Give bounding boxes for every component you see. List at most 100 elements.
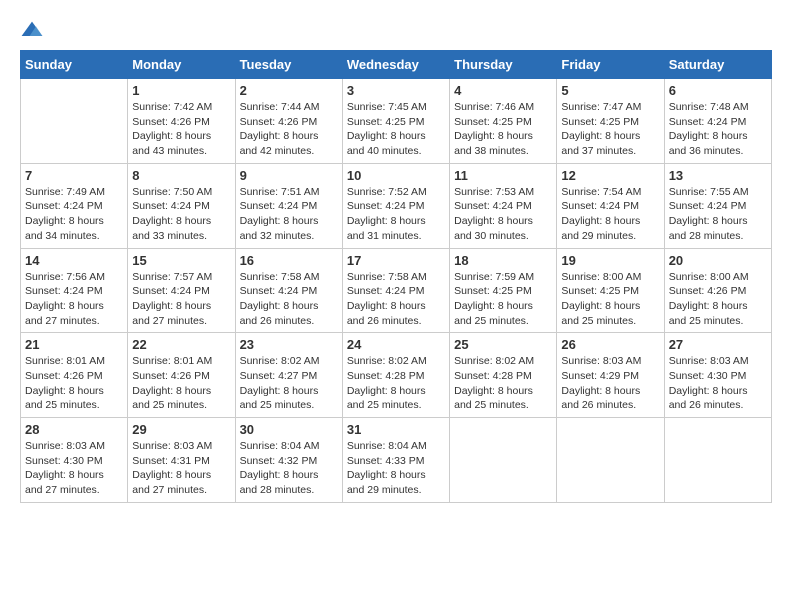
weekday-header-thursday: Thursday <box>450 51 557 79</box>
day-number: 6 <box>669 83 767 98</box>
calendar-cell: 10 Sunrise: 7:52 AM Sunset: 4:24 PM Dayli… <box>342 163 449 248</box>
calendar-cell: 12Sunrise: 7:54 AM Sunset: 4:24 PM Dayli… <box>557 163 664 248</box>
day-info: Sunrise: 7:52 AM Sunset: 4:24 PM Dayligh… <box>347 185 445 244</box>
calendar-cell: 29 Sunrise: 8:03 AM Sunset: 4:31 PM Dayli… <box>128 418 235 503</box>
weekday-header-saturday: Saturday <box>664 51 771 79</box>
calendar-cell: 18Sunrise: 7:59 AM Sunset: 4:25 PM Dayli… <box>450 248 557 333</box>
calendar-week-row: 21 Sunrise: 8:01 AM Sunset: 4:26 PM Dayli… <box>21 333 772 418</box>
day-info: Sunrise: 7:57 AM Sunset: 4:24 PM Dayligh… <box>132 270 230 329</box>
day-number: 29 <box>132 422 230 437</box>
day-info: Sunrise: 8:01 AM Sunset: 4:26 PM Dayligh… <box>132 354 230 413</box>
day-info: Sunrise: 7:48 AM Sunset: 4:24 PM Dayligh… <box>669 100 767 159</box>
day-info: Sunrise: 8:03 AM Sunset: 4:29 PM Dayligh… <box>561 354 659 413</box>
day-number: 26 <box>561 337 659 352</box>
day-info: Sunrise: 7:58 AM Sunset: 4:24 PM Dayligh… <box>240 270 338 329</box>
day-number: 10 <box>347 168 445 183</box>
day-info: Sunrise: 7:53 AM Sunset: 4:24 PM Dayligh… <box>454 185 552 244</box>
day-number: 17 <box>347 253 445 268</box>
calendar-cell: 19Sunrise: 8:00 AM Sunset: 4:25 PM Dayli… <box>557 248 664 333</box>
day-number: 16 <box>240 253 338 268</box>
calendar-cell <box>450 418 557 503</box>
calendar-week-row: 1 Sunrise: 7:42 AM Sunset: 4:26 PM Daylig… <box>21 79 772 164</box>
calendar-cell <box>557 418 664 503</box>
day-number: 24 <box>347 337 445 352</box>
day-info: Sunrise: 7:54 AM Sunset: 4:24 PM Dayligh… <box>561 185 659 244</box>
calendar-cell: 30 Sunrise: 8:04 AM Sunset: 4:32 PM Dayli… <box>235 418 342 503</box>
day-number: 3 <box>347 83 445 98</box>
day-number: 21 <box>25 337 123 352</box>
calendar-cell: 11 Sunrise: 7:53 AM Sunset: 4:24 PM Dayli… <box>450 163 557 248</box>
calendar-table: SundayMondayTuesdayWednesdayThursdayFrid… <box>20 50 772 503</box>
day-number: 27 <box>669 337 767 352</box>
day-number: 30 <box>240 422 338 437</box>
day-info: Sunrise: 8:04 AM Sunset: 4:33 PM Dayligh… <box>347 439 445 498</box>
day-info: Sunrise: 7:42 AM Sunset: 4:26 PM Dayligh… <box>132 100 230 159</box>
weekday-header-sunday: Sunday <box>21 51 128 79</box>
day-info: Sunrise: 7:56 AM Sunset: 4:24 PM Dayligh… <box>25 270 123 329</box>
calendar-cell: 8 Sunrise: 7:50 AM Sunset: 4:24 PM Daylig… <box>128 163 235 248</box>
logo <box>20 20 48 40</box>
calendar-week-row: 7Sunrise: 7:49 AM Sunset: 4:24 PM Daylig… <box>21 163 772 248</box>
calendar-cell: 6 Sunrise: 7:48 AM Sunset: 4:24 PM Daylig… <box>664 79 771 164</box>
day-number: 11 <box>454 168 552 183</box>
day-info: Sunrise: 7:44 AM Sunset: 4:26 PM Dayligh… <box>240 100 338 159</box>
calendar-cell: 17 Sunrise: 7:58 AM Sunset: 4:24 PM Dayli… <box>342 248 449 333</box>
day-info: Sunrise: 8:01 AM Sunset: 4:26 PM Dayligh… <box>25 354 123 413</box>
calendar-cell: 24 Sunrise: 8:02 AM Sunset: 4:28 PM Dayli… <box>342 333 449 418</box>
day-number: 20 <box>669 253 767 268</box>
calendar-cell: 26 Sunrise: 8:03 AM Sunset: 4:29 PM Dayli… <box>557 333 664 418</box>
calendar-cell: 4Sunrise: 7:46 AM Sunset: 4:25 PM Daylig… <box>450 79 557 164</box>
page-header <box>20 20 772 40</box>
weekday-header-monday: Monday <box>128 51 235 79</box>
day-number: 22 <box>132 337 230 352</box>
day-number: 5 <box>561 83 659 98</box>
day-info: Sunrise: 8:03 AM Sunset: 4:31 PM Dayligh… <box>132 439 230 498</box>
calendar-cell: 22 Sunrise: 8:01 AM Sunset: 4:26 PM Dayli… <box>128 333 235 418</box>
calendar-cell: 25 Sunrise: 8:02 AM Sunset: 4:28 PM Dayli… <box>450 333 557 418</box>
calendar-cell <box>21 79 128 164</box>
day-number: 8 <box>132 168 230 183</box>
day-number: 1 <box>132 83 230 98</box>
day-info: Sunrise: 8:02 AM Sunset: 4:28 PM Dayligh… <box>347 354 445 413</box>
day-info: Sunrise: 7:51 AM Sunset: 4:24 PM Dayligh… <box>240 185 338 244</box>
weekday-header-friday: Friday <box>557 51 664 79</box>
day-number: 25 <box>454 337 552 352</box>
day-info: Sunrise: 7:58 AM Sunset: 4:24 PM Dayligh… <box>347 270 445 329</box>
day-info: Sunrise: 7:47 AM Sunset: 4:25 PM Dayligh… <box>561 100 659 159</box>
day-info: Sunrise: 7:55 AM Sunset: 4:24 PM Dayligh… <box>669 185 767 244</box>
day-info: Sunrise: 7:59 AM Sunset: 4:25 PM Dayligh… <box>454 270 552 329</box>
calendar-week-row: 14Sunrise: 7:56 AM Sunset: 4:24 PM Dayli… <box>21 248 772 333</box>
calendar-cell: 7Sunrise: 7:49 AM Sunset: 4:24 PM Daylig… <box>21 163 128 248</box>
calendar-cell: 16 Sunrise: 7:58 AM Sunset: 4:24 PM Dayli… <box>235 248 342 333</box>
day-info: Sunrise: 8:00 AM Sunset: 4:25 PM Dayligh… <box>561 270 659 329</box>
calendar-cell: 9 Sunrise: 7:51 AM Sunset: 4:24 PM Daylig… <box>235 163 342 248</box>
day-info: Sunrise: 8:03 AM Sunset: 4:30 PM Dayligh… <box>25 439 123 498</box>
calendar-cell: 15Sunrise: 7:57 AM Sunset: 4:24 PM Dayli… <box>128 248 235 333</box>
weekday-header-tuesday: Tuesday <box>235 51 342 79</box>
calendar-cell: 27Sunrise: 8:03 AM Sunset: 4:30 PM Dayli… <box>664 333 771 418</box>
calendar-cell: 21 Sunrise: 8:01 AM Sunset: 4:26 PM Dayli… <box>21 333 128 418</box>
day-number: 2 <box>240 83 338 98</box>
calendar-cell: 31 Sunrise: 8:04 AM Sunset: 4:33 PM Dayli… <box>342 418 449 503</box>
calendar-week-row: 28 Sunrise: 8:03 AM Sunset: 4:30 PM Dayli… <box>21 418 772 503</box>
weekday-header-wednesday: Wednesday <box>342 51 449 79</box>
day-info: Sunrise: 8:04 AM Sunset: 4:32 PM Dayligh… <box>240 439 338 498</box>
day-info: Sunrise: 8:02 AM Sunset: 4:28 PM Dayligh… <box>454 354 552 413</box>
day-number: 31 <box>347 422 445 437</box>
logo-icon <box>20 20 44 40</box>
calendar-cell: 14Sunrise: 7:56 AM Sunset: 4:24 PM Dayli… <box>21 248 128 333</box>
calendar-cell: 3 Sunrise: 7:45 AM Sunset: 4:25 PM Daylig… <box>342 79 449 164</box>
calendar-cell: 5 Sunrise: 7:47 AM Sunset: 4:25 PM Daylig… <box>557 79 664 164</box>
calendar-cell: 13Sunrise: 7:55 AM Sunset: 4:24 PM Dayli… <box>664 163 771 248</box>
day-info: Sunrise: 7:45 AM Sunset: 4:25 PM Dayligh… <box>347 100 445 159</box>
day-info: Sunrise: 7:50 AM Sunset: 4:24 PM Dayligh… <box>132 185 230 244</box>
calendar-cell: 23Sunrise: 8:02 AM Sunset: 4:27 PM Dayli… <box>235 333 342 418</box>
day-number: 7 <box>25 168 123 183</box>
calendar-cell: 20 Sunrise: 8:00 AM Sunset: 4:26 PM Dayli… <box>664 248 771 333</box>
day-info: Sunrise: 8:00 AM Sunset: 4:26 PM Dayligh… <box>669 270 767 329</box>
calendar-cell: 2 Sunrise: 7:44 AM Sunset: 4:26 PM Daylig… <box>235 79 342 164</box>
calendar-cell: 1 Sunrise: 7:42 AM Sunset: 4:26 PM Daylig… <box>128 79 235 164</box>
day-number: 9 <box>240 168 338 183</box>
day-info: Sunrise: 7:46 AM Sunset: 4:25 PM Dayligh… <box>454 100 552 159</box>
day-number: 28 <box>25 422 123 437</box>
